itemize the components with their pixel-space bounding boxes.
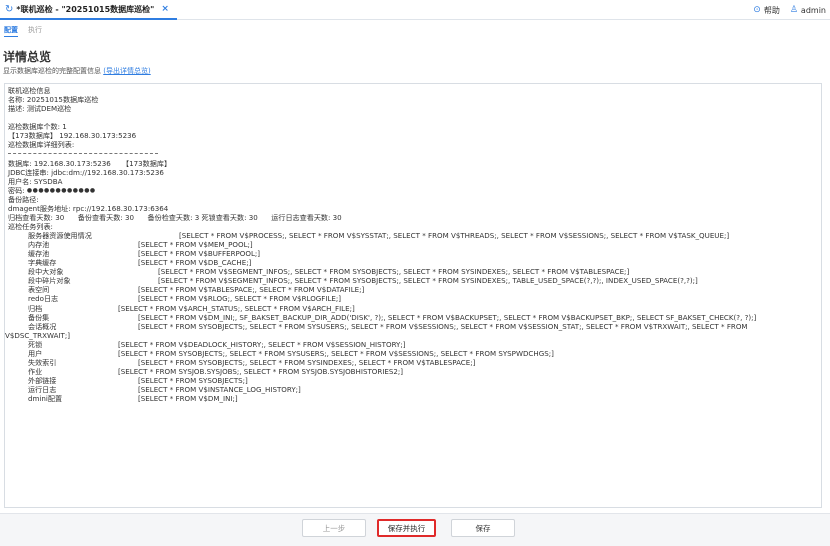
password-mask: ●●●●●●●●●●●● (26, 186, 96, 194)
page-title: 详情总览 (3, 50, 52, 64)
title-bar: ↻ *联机巡检 - "20251015数据库巡检" × ⊙ 帮助 ♙ admin (0, 0, 830, 20)
task-name: 内存池 (28, 240, 50, 250)
task-row: 作业 [SELECT * FROM SYSJOB.SYSJOBS;, SELECT… (8, 367, 821, 376)
task-sql: [SELECT * FROM V$DM_INI;, SF_BAKSET_BACK… (138, 312, 757, 322)
task-sql: [SELECT * FROM SYSJOB.SYSJOBS;, SELECT *… (118, 366, 404, 376)
help-icon[interactable]: ⊙ (753, 5, 761, 15)
task-sql: [SELECT * FROM V$INSTANCE_LOG_HISTORY;] (138, 385, 301, 395)
inspection-icon: ↻ (5, 3, 14, 15)
task-name: 段中碎片对象 (28, 276, 71, 286)
desc-line: 描述: 测试DEM巡检 (8, 104, 72, 114)
task-name: 外部链接 (28, 376, 57, 385)
task-sql: [SELECT * FROM V$RLOG;, SELECT * FROM V$… (138, 294, 342, 304)
task-name: 归档 (28, 303, 43, 313)
task-name: 服务器资源使用情况 (28, 231, 92, 240)
password-label: 密码: (8, 185, 27, 195)
help-link[interactable]: 帮助 (764, 5, 780, 16)
task-sql: [SELECT * FROM V$MEM_POOL;] (138, 240, 253, 250)
task-sql: [SELECT * FROM V$BUFFERPOOL;] (138, 249, 261, 259)
task-name: 表空间 (28, 285, 50, 295)
task-name: 备份集 (28, 312, 50, 322)
task-sql: [SELECT * FROM SYSOBJECTS;] (138, 376, 248, 385)
tab-inspection[interactable]: ↻ *联机巡检 - "20251015数据库巡检" × (0, 0, 177, 20)
task-name: 缓存池 (28, 249, 50, 259)
task-sql: [SELECT * FROM SYSOBJECTS;, SELECT * FRO… (118, 348, 554, 358)
task-row: 服务器资源使用情况 [SELECT * FROM V$PROCESS;, SELE… (8, 231, 821, 240)
export-link[interactable]: (导出详情总览) (103, 67, 150, 75)
task-row: dmini配置 [SELECT * FROM V$DM_INI;] (8, 394, 821, 403)
step-tabs: 配置 执行 (4, 25, 42, 37)
task-name: 运行日志 (28, 385, 57, 395)
task-name: 会话概况 (28, 321, 57, 331)
task-row: 缓存池 [SELECT * FROM V$BUFFERPOOL;] (8, 249, 821, 258)
tab-execute[interactable]: 执行 (28, 25, 42, 37)
user-icon[interactable]: ♙ (790, 5, 798, 15)
task-row: 会话概况 [SELECT * FROM SYSOBJECTS;, SELECT *… (5, 321, 821, 340)
task-name: redo日志 (28, 294, 59, 304)
task-sql-continuation: V$DSC_TRXWAIT;] (5, 330, 71, 340)
task-row: 运行日志 [SELECT * FROM V$INSTANCE_LOG_HISTOR… (8, 385, 821, 394)
task-row: 段中大对象 [SELECT * FROM V$SEGMENT_INFOS;, SE… (8, 267, 821, 276)
footer-bar: 上一步 保存并执行 保存 (0, 513, 830, 546)
page-description: 显示数据库巡检的完整配置信息 (导出详情总览) (3, 66, 151, 76)
dmagent-line: dmagent服务地址: rpc://192.168.30.173:6364 (8, 203, 169, 213)
task-row: 段中碎片对象 [SELECT * FROM V$SEGMENT_INFOS;, S… (8, 276, 821, 285)
prev-button[interactable]: 上一步 (302, 519, 366, 537)
task-name: 段中大对象 (28, 267, 64, 277)
task-row: 备份集 [SELECT * FROM V$DM_INI;, SF_BAKSET_B… (8, 313, 821, 322)
db-list-label: 巡检数据库详细列表: (8, 140, 75, 150)
task-row: 用户 [SELECT * FROM SYSOBJECTS;, SELECT * F… (8, 349, 821, 358)
task-name: 死锁 (28, 339, 43, 349)
task-sql: [SELECT * FROM V$DEADLOCK_HISTORY;, SELE… (118, 339, 406, 349)
task-row: 内存池 [SELECT * FROM V$MEM_POOL;] (8, 240, 821, 249)
task-name: dmini配置 (28, 394, 63, 404)
days-line: 归档查看天数: 30 备份查看天数: 30 备份检查天数: 3 死锁查看天数: … (8, 212, 342, 222)
details-panel[interactable]: 联机巡检信息 名称: 20251015数据库巡检 描述: 测试DEM巡检 巡检数… (4, 83, 822, 508)
save-button[interactable]: 保存 (451, 519, 515, 537)
task-sql: [SELECT * FROM V$TABLESPACE;, SELECT * F… (138, 285, 365, 295)
close-icon[interactable]: × (161, 4, 169, 14)
description-text: 显示数据库巡检的完整配置信息 (3, 67, 101, 75)
user-line: 用户名: SYSDBA (8, 176, 63, 186)
task-row: 字典缓存 [SELECT * FROM V$DB_CACHE;] (8, 258, 821, 267)
db-entry-line: 【173数据库】 192.168.30.173:5236 (8, 131, 137, 141)
jdbc-line: JDBC连接串: jdbc:dm://192.168.30.173:5236 (8, 167, 164, 177)
task-sql: [SELECT * FROM SYSOBJECTS;, SELECT * FRO… (138, 321, 748, 331)
task-sql: [SELECT * FROM V$SEGMENT_INFOS;, SELECT … (158, 276, 698, 286)
task-list: 服务器资源使用情况 [SELECT * FROM V$PROCESS;, SELE… (5, 231, 821, 403)
section-header: 联机巡检信息 (8, 86, 51, 95)
name-line: 名称: 20251015数据库巡检 (8, 95, 99, 105)
backup-path-line: 备份路径: (8, 194, 39, 204)
task-sql: [SELECT * FROM V$DB_CACHE;] (138, 258, 252, 268)
task-sql: [SELECT * FROM V$ARCH_STATUS;, SELECT * … (118, 303, 355, 313)
task-row: 外部链接 [SELECT * FROM SYSOBJECTS;] (8, 376, 821, 385)
task-name: 失效索引 (28, 357, 57, 367)
db-count-line: 巡检数据库个数: 1 (8, 122, 67, 132)
save-and-run-button[interactable]: 保存并执行 (377, 519, 436, 537)
task-name: 作业 (28, 366, 43, 376)
task-row: 失效索引 [SELECT * FROM SYSOBJECTS;, SELECT *… (8, 358, 821, 367)
task-sql: [SELECT * FROM V$PROCESS;, SELECT * FROM… (179, 231, 730, 240)
header-actions: ⊙ 帮助 ♙ admin (753, 0, 826, 20)
task-list-label: 巡检任务列表: (8, 221, 53, 231)
tab-config[interactable]: 配置 (4, 25, 18, 37)
task-row: 表空间 [SELECT * FROM V$TABLESPACE;, SELECT … (8, 285, 821, 294)
user-name[interactable]: admin (801, 6, 826, 15)
password-line: 密码: ●●●●●●●●●●●● (8, 186, 821, 195)
task-name: 字典缓存 (28, 258, 57, 268)
task-sql: [SELECT * FROM V$SEGMENT_INFOS;, SELECT … (158, 267, 630, 277)
task-row: 死锁 [SELECT * FROM V$DEADLOCK_HISTORY;, SE… (8, 340, 821, 349)
task-row: redo日志 [SELECT * FROM V$RLOG;, SELECT * F… (8, 294, 821, 303)
tab-title: *联机巡检 - "20251015数据库巡检" (16, 4, 155, 14)
task-sql: [SELECT * FROM V$DM_INI;] (138, 394, 238, 404)
task-row: 归档 [SELECT * FROM V$ARCH_STATUS;, SELECT … (8, 304, 821, 313)
task-name: 用户 (28, 348, 43, 358)
db-line: 数据库: 192.168.30.173:5236 【173数据库】 (8, 158, 172, 168)
task-sql: [SELECT * FROM SYSOBJECTS;, SELECT * FRO… (138, 357, 476, 367)
